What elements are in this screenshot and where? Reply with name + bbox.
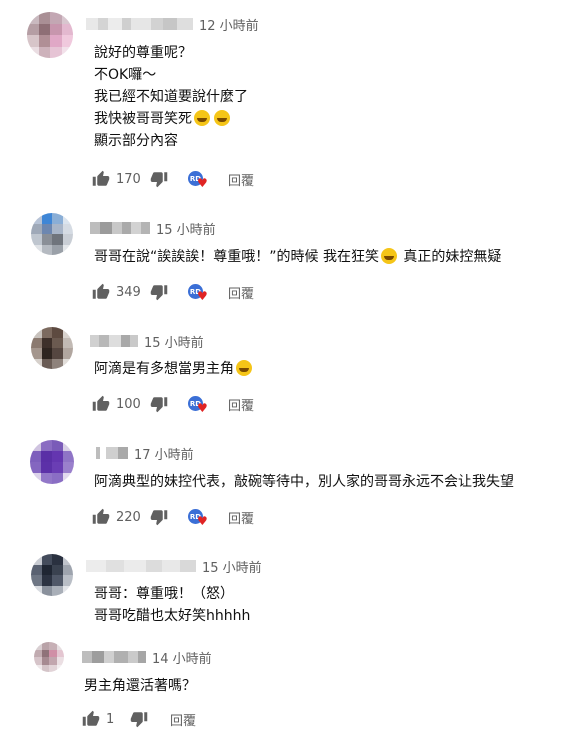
reply-button[interactable]: 回覆 <box>228 283 254 302</box>
thumbs-up-icon[interactable] <box>92 508 110 526</box>
comment-text: 阿滴是有多想當男主角 <box>94 358 254 380</box>
comment-line: 哥哥吃醋也太好笑hhhhh <box>94 608 251 624</box>
comment-text: 哥哥在說“誒誒誒！尊重哦！”的時候 我在狂笑 真正的妹控無疑 <box>94 246 501 268</box>
avatar[interactable] <box>31 213 73 255</box>
comment-header: 15 小時前 <box>90 218 216 238</box>
thumbs-down-icon[interactable] <box>150 170 168 188</box>
author-name-blurred[interactable] <box>90 222 150 234</box>
comment-timestamp[interactable]: 17 小時前 <box>134 444 194 463</box>
comment-header: 12 小時前 <box>86 14 259 34</box>
comment-timestamp[interactable]: 15 小時前 <box>144 332 204 351</box>
avatar[interactable] <box>31 554 73 596</box>
creator-heart-icon: RD ♥ <box>188 394 210 414</box>
thumbs-up-icon[interactable] <box>92 395 110 413</box>
comment-actions: 100 RD ♥ 回覆 <box>92 393 254 415</box>
comment-line: 男主角還活著嗎？ <box>84 678 196 694</box>
author-name-blurred[interactable] <box>82 651 146 663</box>
comment-line: 阿滴典型的妹控代表，敲碗等待中，別人家的哥哥永远不会让我失望 <box>94 474 514 490</box>
like-count: 1 <box>106 711 115 727</box>
laughing-emoji-icon <box>214 110 230 126</box>
comment-line: 阿滴是有多想當男主角 <box>94 361 234 377</box>
comment-line: 說好的尊重呢？ <box>94 45 192 61</box>
comment-line: 我已經不知道要說什麼了 <box>94 89 248 105</box>
comment-line: 不OK囉～ <box>94 67 157 83</box>
like-count: 100 <box>116 396 141 412</box>
like-count: 349 <box>116 284 141 300</box>
comment-line: 我快被哥哥笑死 <box>94 111 192 127</box>
thumbs-down-icon[interactable] <box>150 395 168 413</box>
comment-actions: 170 RD ♥ 回覆 <box>92 168 254 190</box>
comment-header: 15 小時前 <box>86 556 262 576</box>
laughing-emoji-icon <box>194 110 210 126</box>
reply-button[interactable]: 回覆 <box>170 710 196 729</box>
comment-text: 阿滴典型的妹控代表，敲碗等待中，別人家的哥哥永远不会让我失望 <box>94 471 514 493</box>
creator-heart-icon: RD ♥ <box>188 507 210 527</box>
comment-timestamp[interactable]: 14 小時前 <box>152 648 212 667</box>
author-name-blurred[interactable] <box>86 560 196 572</box>
avatar[interactable] <box>27 12 73 58</box>
comment-text: 說好的尊重呢？ 不OK囉～ 我已經不知道要說什麼了 我快被哥哥笑死 顯示部分內容 <box>94 42 248 152</box>
comment-actions: 220 RD ♥ 回覆 <box>92 506 254 528</box>
comment-line: 真正的妹控無疑 <box>398 249 502 265</box>
comment-text: 哥哥：尊重哦！（怒） 哥哥吃醋也太好笑hhhhh <box>94 583 250 627</box>
laughing-emoji-icon <box>380 248 397 264</box>
comment-line: 哥哥在說“誒誒誒！尊重哦！”的時候 我在狂笑 <box>94 249 379 265</box>
like-count: 170 <box>116 171 141 187</box>
author-name-blurred[interactable] <box>96 447 128 459</box>
comment-text: 男主角還活著嗎？ <box>84 675 196 697</box>
reply-button[interactable]: 回覆 <box>228 508 254 527</box>
thumbs-down-icon[interactable] <box>150 508 168 526</box>
comment-line-with-emoji: 我快被哥哥笑死 <box>94 108 248 130</box>
avatar[interactable] <box>30 440 74 484</box>
read-more-link[interactable]: 顯示部分內容 <box>94 130 248 152</box>
comment-line-with-emoji: 阿滴是有多想當男主角 <box>94 358 254 380</box>
comment-actions: 349 RD ♥ 回覆 <box>92 281 254 303</box>
comment-timestamp[interactable]: 15 小時前 <box>156 219 216 238</box>
thumbs-down-icon[interactable] <box>150 283 168 301</box>
thumbs-up-icon[interactable] <box>82 710 100 728</box>
comment-header: 17 小時前 <box>96 443 194 463</box>
comment-line: 哥哥：尊重哦！（怒） <box>94 586 234 602</box>
thumbs-up-icon[interactable] <box>92 283 110 301</box>
comment-header: 15 小時前 <box>90 331 204 351</box>
reply-button[interactable]: 回覆 <box>228 170 254 189</box>
thumbs-up-icon[interactable] <box>92 170 110 188</box>
like-count: 220 <box>116 509 141 525</box>
comment-header: 14 小時前 <box>82 647 212 667</box>
avatar[interactable] <box>31 327 73 369</box>
comment-timestamp[interactable]: 12 小時前 <box>199 15 259 34</box>
comment-line-with-emoji: 哥哥在說“誒誒誒！尊重哦！”的時候 我在狂笑 真正的妹控無疑 <box>94 246 501 268</box>
comment-actions: 1 回覆 <box>82 708 196 730</box>
creator-heart-icon: RD ♥ <box>188 169 210 189</box>
author-name-blurred[interactable] <box>86 18 193 30</box>
laughing-emoji-icon <box>236 360 252 376</box>
avatar[interactable] <box>34 642 64 672</box>
thumbs-down-icon[interactable] <box>130 710 148 728</box>
creator-heart-icon: RD ♥ <box>188 282 210 302</box>
comment-timestamp[interactable]: 15 小時前 <box>202 557 262 576</box>
author-name-blurred[interactable] <box>90 335 138 347</box>
reply-button[interactable]: 回覆 <box>228 395 254 414</box>
